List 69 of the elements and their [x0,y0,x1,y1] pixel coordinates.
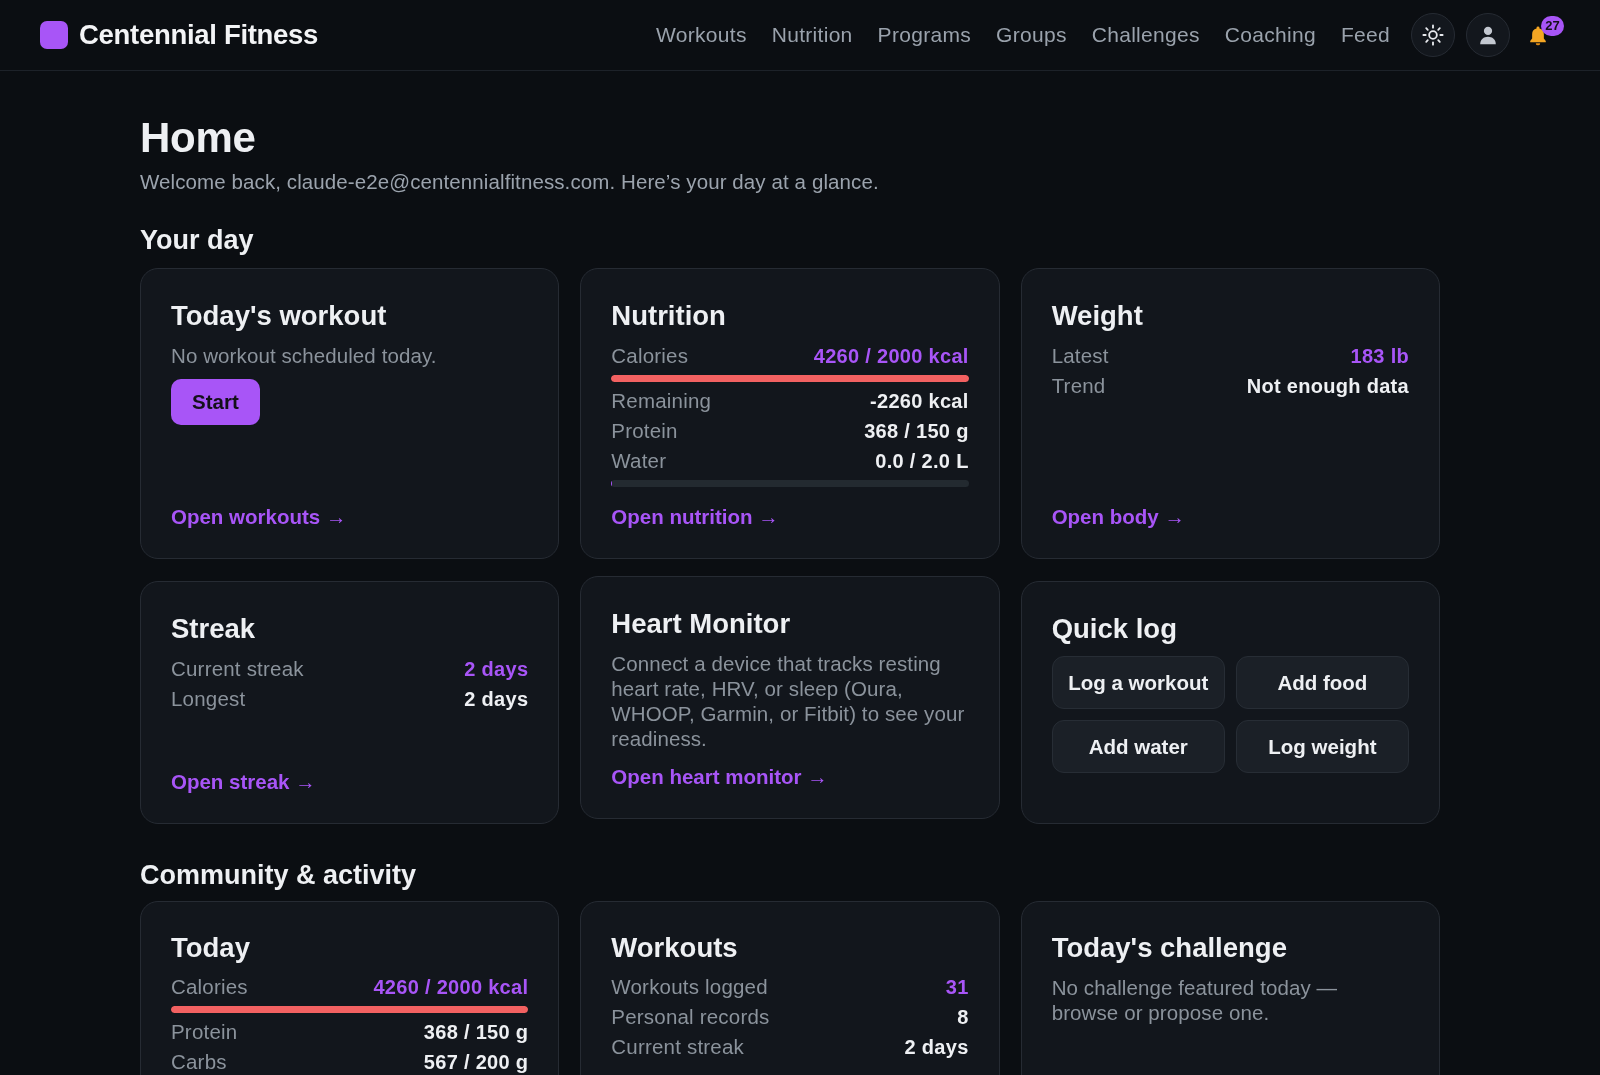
stat-label: Current streak [171,656,304,682]
stat-label: Remaining [611,388,712,414]
quick-log-button[interactable]: Add food [1235,656,1409,709]
theme-toggle-button[interactable] [1411,13,1455,57]
notification-badge: 27 [1541,15,1564,36]
logo-icon [40,21,68,49]
stat-value: 368 / 150 g [864,419,969,444]
stat-value: 31 [945,975,969,1000]
stat-label: Longest [171,686,246,712]
card-title: Nutrition [611,299,727,333]
card-text: No workout scheduled today. [171,343,438,368]
stat-label: Personal records [611,1004,770,1030]
user-icon [1477,24,1499,46]
brand-name: Centennial Fitness [79,19,319,51]
stat-value: -2260 kcal [870,389,969,414]
notifications-button[interactable]: 27 [1527,15,1564,47]
card-link[interactable]: Open heart monitor → [611,762,828,792]
nav-link[interactable]: Groups [996,23,1067,47]
nav-link[interactable]: Challenges [1091,23,1200,47]
stat-value: 368 / 150 g [423,1020,529,1045]
card-title: Weight [1051,299,1144,333]
welcome-text: Welcome back, claude-e2e@centennialfitness.com. Here’s your day at a glance. [140,169,880,195]
stat-label: Current streak [611,1034,744,1060]
card-text: Connect a device that tracks resting heart rate, HRV, or sleep (Oura, WHOOP, Garmin, or Fitbit) to see your readiness. [611,651,966,751]
stat-label: Workouts logged [611,974,768,1000]
stat-label: Trend [1051,373,1106,399]
page-title: Home [140,114,257,162]
stat-label: Calories [171,974,248,1000]
card-title: Streak [171,612,257,646]
card-text: No challenge featured today — browse or propose one. [1051,975,1339,1025]
card-title: Workouts [611,931,739,965]
card-title: Heart Monitor [611,607,792,641]
card-link[interactable]: Open nutrition → [611,502,779,532]
nav-link[interactable]: Workouts [655,23,747,47]
nav-link[interactable]: Coaching [1224,23,1316,47]
card-link[interactable]: Open workouts → [171,502,347,532]
stat-label: Water [611,448,667,474]
stat-label: Latest [1051,343,1109,369]
profile-button[interactable] [1466,13,1510,57]
stat-value: 2 days [464,657,529,682]
stat-value: 2 days [904,1035,969,1060]
quick-log-button[interactable]: Add water [1051,720,1225,773]
stat-label: Calories [611,343,689,369]
stat-value: Not enough data [1246,374,1409,399]
nav-link[interactable]: Feed [1340,23,1390,47]
stat-value: 8 [957,1005,969,1030]
stat-value: 567 / 200 g [423,1050,529,1075]
stat-value: 4260 / 2000 kcal [813,344,969,369]
stat-value: 183 lb [1350,344,1409,369]
quick-log-button[interactable]: Log weight [1235,720,1409,773]
card-title: Today's challenge [1051,931,1288,965]
nav-link[interactable]: Nutrition [771,23,853,47]
nav-link[interactable]: Programs [877,23,972,47]
section-heading: Your day [140,224,255,256]
stat-label: Protein [171,1019,238,1045]
start-button[interactable]: Start [171,379,260,425]
sun-icon [1422,24,1444,46]
card-link[interactable]: Open streak → [171,767,316,797]
stat-value: 4260 / 2000 kcal [373,975,529,1000]
card-title: Quick log [1051,612,1178,646]
stat-label: Protein [611,418,678,444]
stat-value: 0.0 / 2.0 L [875,449,969,474]
stat-value: 2 days [464,687,529,712]
card-title: Today's workout [171,299,388,333]
stat-label: Carbs [171,1049,227,1075]
section-heading: Community & activity [140,859,418,891]
quick-log-button[interactable]: Log a workout [1051,656,1225,709]
card-link[interactable]: Open body → [1051,502,1185,532]
card-title: Today [171,931,251,965]
